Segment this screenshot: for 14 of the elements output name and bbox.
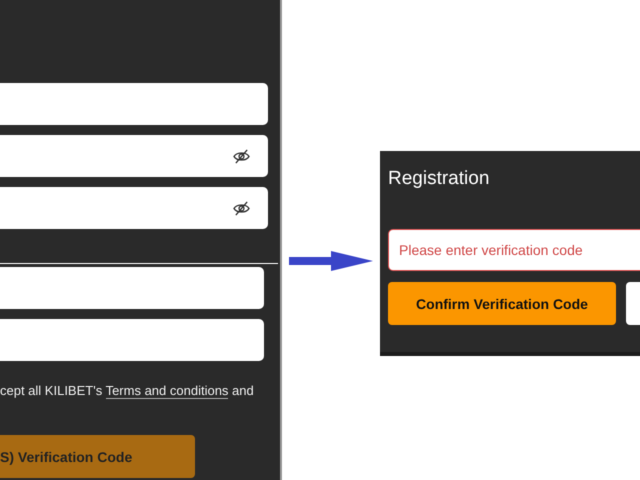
eye-slash-icon[interactable] bbox=[233, 200, 250, 216]
verification-code-button[interactable]: S) Verification Code bbox=[0, 435, 195, 478]
input-field[interactable] bbox=[0, 319, 264, 361]
input-field[interactable] bbox=[0, 187, 268, 229]
input-field[interactable] bbox=[0, 135, 268, 177]
confirm-button[interactable]: Confirm Verification Code bbox=[388, 282, 616, 325]
verification-code-field[interactable]: Please enter verification code bbox=[388, 229, 640, 271]
terms-link[interactable]: Terms and conditions bbox=[106, 383, 228, 399]
eye-slash-icon[interactable] bbox=[233, 148, 250, 164]
terms-text: cept all KILIBET's Terms and conditions and bbox=[0, 383, 255, 398]
input-field[interactable] bbox=[0, 83, 268, 125]
arrow-icon bbox=[289, 251, 373, 271]
dialog-title: Registration bbox=[388, 168, 490, 191]
input-field[interactable] bbox=[0, 267, 264, 309]
